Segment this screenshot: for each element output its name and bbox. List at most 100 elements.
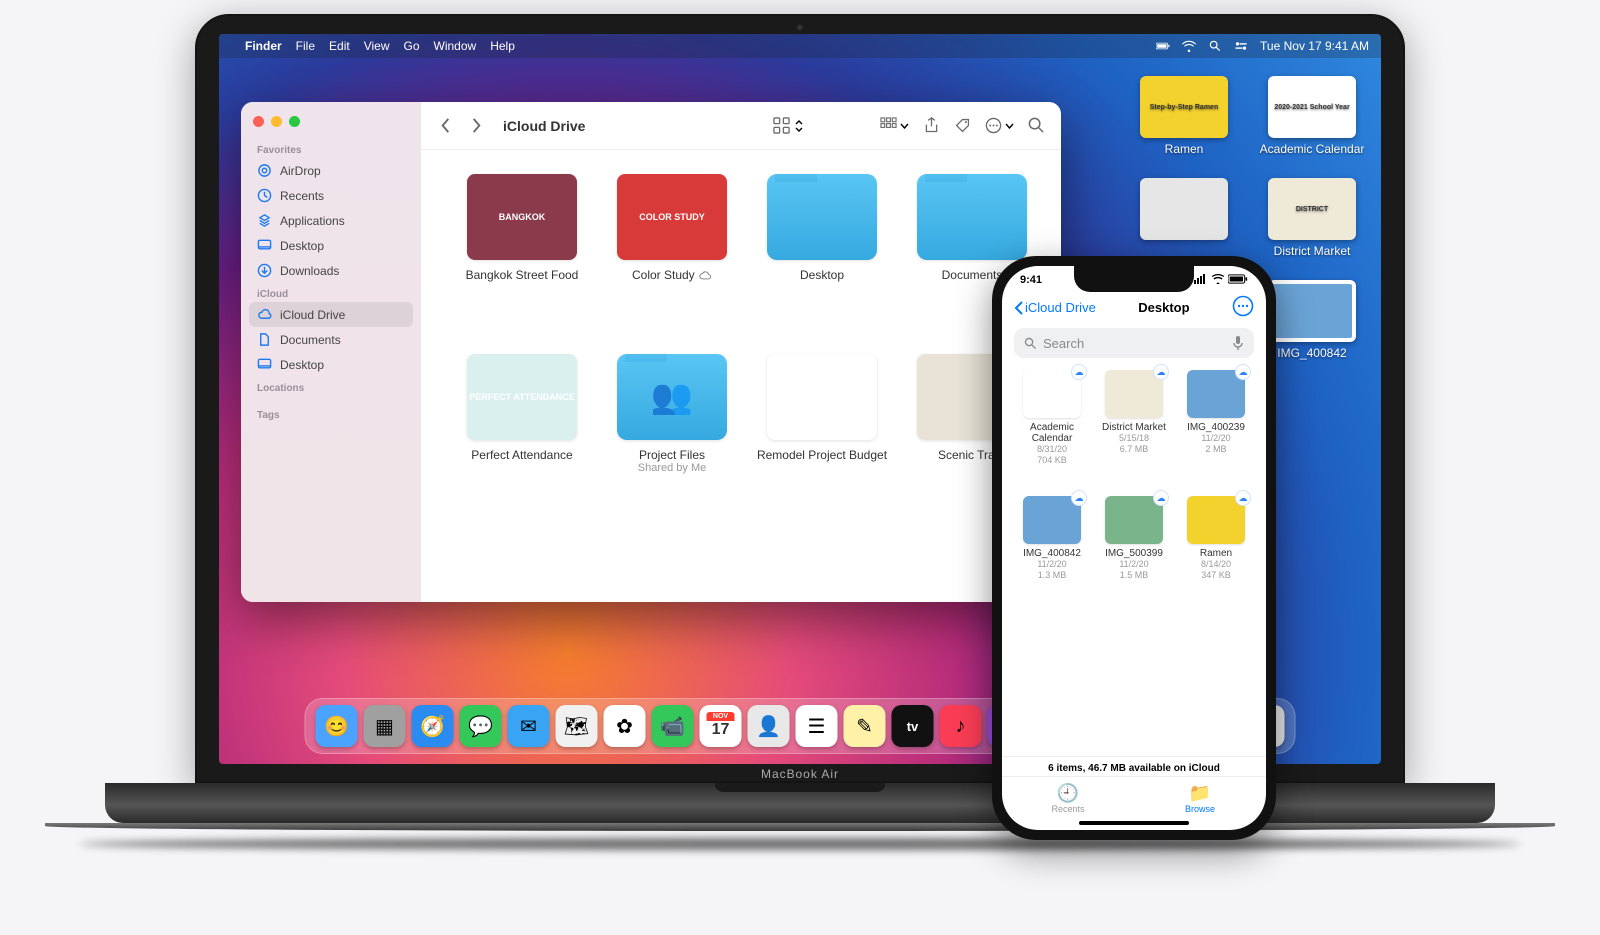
cloud-status-icon: ☁: [1071, 364, 1087, 380]
window-controls: [249, 114, 413, 139]
sidebar-item-icloud-drive[interactable]: iCloud Drive: [249, 302, 413, 327]
dock-safari[interactable]: 🧭: [412, 705, 454, 747]
close-button[interactable]: [253, 116, 264, 127]
battery-icon[interactable]: [1156, 40, 1170, 52]
iphone-footer-status: 6 items, 46.7 MB available on iCloud: [1002, 756, 1266, 776]
iphone-file-item[interactable]: ☁IMG_40084211/2/201.3 MB: [1014, 496, 1090, 616]
back-button[interactable]: [437, 117, 454, 134]
dock-finder[interactable]: 😊: [316, 705, 358, 747]
desktop-item[interactable]: Step-by-Step RamenRamen: [1129, 76, 1239, 156]
airdrop-icon: [257, 163, 272, 178]
menubar: Finder File Edit View Go Window Help Tue…: [219, 34, 1381, 58]
desktop-item[interactable]: 2020-2021 School YearAcademic Calendar: [1257, 76, 1367, 156]
dock-tv[interactable]: tv: [892, 705, 934, 747]
apps-icon: [257, 213, 272, 228]
sidebar-icloud-header: iCloud: [249, 283, 413, 302]
iphone-back-button[interactable]: iCloud Drive: [1014, 300, 1096, 315]
finder-title: iCloud Drive: [503, 118, 585, 134]
iphone-search-field[interactable]: Search: [1014, 328, 1254, 358]
chevron-left-icon: [1014, 301, 1023, 315]
desktop-item[interactable]: DISTRICTDistrict Market: [1257, 178, 1367, 258]
sidebar-favorites-header: Favorites: [249, 139, 413, 158]
dock-launchpad[interactable]: ▦: [364, 705, 406, 747]
iphone-file-item[interactable]: ☁IMG_40023911/2/202 MB: [1178, 370, 1254, 490]
menu-view[interactable]: View: [364, 39, 390, 53]
iphone-file-item[interactable]: ☁District Market5/15/186.7 MB: [1096, 370, 1172, 490]
dock-reminders[interactable]: ☰: [796, 705, 838, 747]
zoom-button[interactable]: [289, 116, 300, 127]
iphone-more-button[interactable]: [1232, 295, 1254, 320]
sidebar-item-desktop[interactable]: Desktop: [249, 352, 413, 377]
iphone-file-item[interactable]: ☁Academic Calendar8/31/20704 KB: [1014, 370, 1090, 490]
chevron-down-icon: [900, 123, 909, 129]
iphone-device: 9:41 iCloud Drive Desktop Search ☁Academ…: [992, 256, 1276, 840]
sidebar-item-recents[interactable]: Recents: [249, 183, 413, 208]
tag-icon[interactable]: [954, 117, 971, 134]
dock-facetime[interactable]: 📹: [652, 705, 694, 747]
sidebar-item-downloads[interactable]: Downloads: [249, 258, 413, 283]
file-item[interactable]: Desktop: [749, 174, 895, 344]
iphone-status-icons: [1194, 274, 1248, 287]
wifi-icon[interactable]: [1182, 40, 1196, 52]
menubar-datetime[interactable]: Tue Nov 17 9:41 AM: [1260, 39, 1369, 53]
downloads-icon: [257, 263, 272, 278]
cloud-download-icon: [698, 269, 712, 280]
dock-messages[interactable]: 💬: [460, 705, 502, 747]
search-icon[interactable]: [1028, 117, 1045, 134]
finder-toolbar: iCloud Drive: [421, 102, 1061, 150]
file-item[interactable]: PERFECT ATTENDANCEPerfect Attendance: [449, 354, 595, 524]
dock-mail[interactable]: ✉: [508, 705, 550, 747]
iphone-file-item[interactable]: ☁IMG_50039911/2/201.5 MB: [1096, 496, 1172, 616]
file-item[interactable]: BANGKOKBangkok Street Food: [449, 174, 595, 344]
menu-file[interactable]: File: [296, 39, 315, 53]
file-item[interactable]: COLOR STUDYColor Study: [599, 174, 745, 344]
dock-photos[interactable]: ✿: [604, 705, 646, 747]
menu-go[interactable]: Go: [404, 39, 420, 53]
menu-edit[interactable]: Edit: [329, 39, 350, 53]
iphone-file-grid: ☁Academic Calendar8/31/20704 KB☁District…: [1002, 362, 1266, 756]
share-icon[interactable]: [923, 117, 940, 134]
desktop-icon: [257, 357, 272, 372]
desktop-item[interactable]: [1129, 178, 1239, 258]
cloud-status-icon: ☁: [1153, 490, 1169, 506]
iphone-tab-browse[interactable]: 📁Browse: [1134, 783, 1266, 814]
battery-icon: [1228, 274, 1248, 284]
iphone-search-placeholder: Search: [1043, 336, 1226, 351]
cloud-status-icon: ☁: [1071, 490, 1087, 506]
tab-icon: 🕘: [1002, 783, 1134, 804]
file-item[interactable]: 👥Project FilesShared by Me: [599, 354, 745, 524]
forward-button[interactable]: [468, 117, 485, 134]
finder-sidebar: Favorites AirDropRecentsApplicationsDesk…: [241, 102, 421, 602]
chevron-updown-icon: [794, 119, 804, 133]
cloud-status-icon: ☁: [1235, 490, 1251, 506]
sidebar-item-desktop[interactable]: Desktop: [249, 233, 413, 258]
spotlight-icon[interactable]: [1208, 40, 1222, 52]
sidebar-item-applications[interactable]: Applications: [249, 208, 413, 233]
iphone-title: Desktop: [1096, 300, 1232, 315]
menu-help[interactable]: Help: [490, 39, 515, 53]
minimize-button[interactable]: [271, 116, 282, 127]
view-switcher[interactable]: [773, 117, 804, 134]
menubar-app[interactable]: Finder: [245, 39, 282, 53]
dock-contacts[interactable]: 👤: [748, 705, 790, 747]
sidebar-item-documents[interactable]: Documents: [249, 327, 413, 352]
dock-maps[interactable]: 🗺: [556, 705, 598, 747]
iphone-file-item[interactable]: ☁Ramen8/14/20347 KB: [1178, 496, 1254, 616]
action-menu[interactable]: [985, 117, 1014, 134]
group-menu[interactable]: [880, 117, 909, 134]
iphone-tab-recents[interactable]: 🕘Recents: [1002, 783, 1134, 814]
sidebar-tags-header: Tags: [249, 404, 413, 423]
wifi-icon: [1211, 274, 1225, 284]
dock-music[interactable]: ♪: [940, 705, 982, 747]
cloud-status-icon: ☁: [1235, 364, 1251, 380]
dock-calendar[interactable]: NOV17: [700, 705, 742, 747]
control-center-icon[interactable]: [1234, 40, 1248, 52]
iphone-home-indicator[interactable]: [1079, 821, 1189, 825]
tab-icon: 📁: [1134, 783, 1266, 804]
file-item[interactable]: Remodel Project Budget: [749, 354, 895, 524]
doc-icon: [257, 332, 272, 347]
iphone-time: 9:41: [1020, 274, 1042, 287]
dock-notes[interactable]: ✎: [844, 705, 886, 747]
menu-window[interactable]: Window: [434, 39, 477, 53]
sidebar-item-airdrop[interactable]: AirDrop: [249, 158, 413, 183]
